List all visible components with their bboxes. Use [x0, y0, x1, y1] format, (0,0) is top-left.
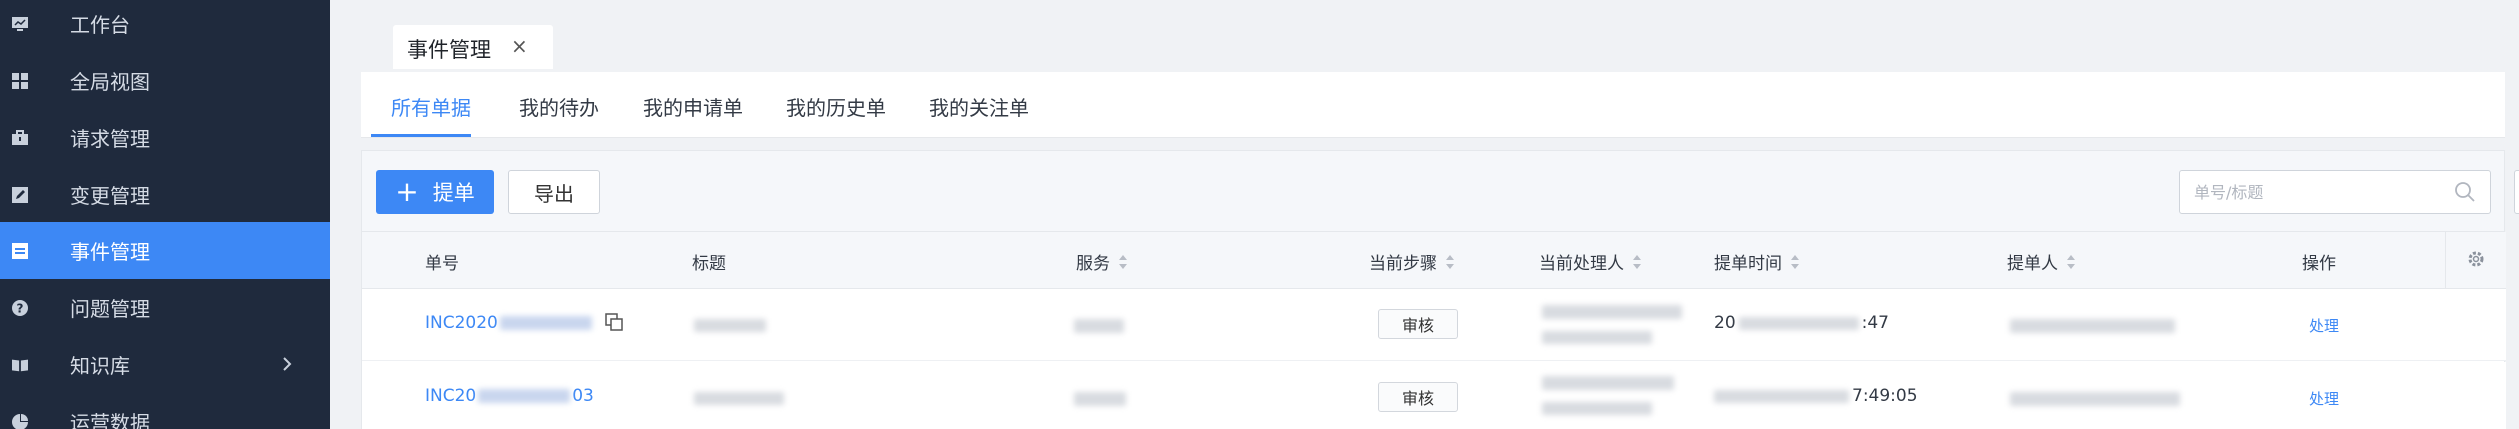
column-header-current-handler[interactable]: 当前处理人 — [1539, 249, 1642, 274]
page-tab-bar: 事件管理 × — [362, 25, 852, 69]
status-badge: 审核 — [1378, 309, 1458, 339]
edit-icon — [12, 186, 28, 203]
redacted-handler — [1542, 376, 1674, 390]
sidebar-item-label: 变更管理 — [70, 184, 150, 208]
create-ticket-button[interactable]: + 提单 — [376, 170, 494, 214]
create-ticket-label: 提单 — [432, 181, 475, 205]
column-header-submitter[interactable]: 提单人 — [2007, 249, 2076, 274]
ticket-table: 单号 标题 服务 当前步骤 当前处理人 提单时间 提单人 操作 INC2020 — [361, 232, 2506, 429]
redacted-handler — [1542, 402, 1652, 415]
export-button[interactable]: 导出 — [508, 170, 600, 214]
sidebar-item-knowledge[interactable]: 知识库 — [0, 336, 330, 393]
search-input[interactable] — [2180, 171, 2450, 213]
event-icon — [12, 242, 28, 259]
sort-icon[interactable] — [1632, 254, 1642, 270]
sidebar-item-label: 工作台 — [70, 13, 130, 37]
sidebar-item-label: 全局视图 — [70, 70, 150, 94]
redacted-title — [694, 392, 784, 405]
redacted-submitter — [2010, 392, 2180, 406]
submit-time: 7:49:05 — [1714, 386, 1918, 406]
tab-my-requests[interactable]: 我的申请单 — [643, 92, 743, 121]
pie-chart-icon — [12, 413, 28, 429]
column-header-service[interactable]: 服务 — [1076, 249, 1128, 274]
book-icon — [12, 357, 28, 373]
monitor-icon — [12, 16, 28, 32]
sort-icon[interactable] — [1118, 254, 1128, 270]
grid-icon — [12, 72, 28, 89]
tab-my-history[interactable]: 我的历史单 — [786, 92, 886, 121]
ticket-filter-tabs: 所有单据 我的待办 我的申请单 我的历史单 我的关注单 — [361, 72, 2505, 138]
process-link[interactable]: 处理 — [2309, 388, 2339, 409]
main-content: 事件管理 × 所有单据 我的待办 我的申请单 我的历史单 我的关注单 + 提单 … — [330, 0, 2519, 429]
table-row[interactable]: INC20 03 审核 7:49:05 处理 — [362, 362, 2506, 429]
page-tab-events[interactable]: 事件管理 × — [393, 25, 553, 69]
redacted-title — [694, 319, 766, 332]
tab-my-todo[interactable]: 我的待办 — [519, 92, 599, 121]
search-field[interactable] — [2179, 170, 2491, 214]
sidebar-item-events[interactable]: 事件管理 — [0, 222, 330, 279]
sidebar-item-requests[interactable]: 请求管理 — [0, 109, 330, 166]
briefcase-icon — [12, 129, 28, 146]
sidebar-item-label: 运营数据 — [70, 411, 150, 429]
search-icon[interactable] — [2454, 181, 2476, 203]
redacted-handler — [1542, 305, 1682, 319]
tab-my-followed[interactable]: 我的关注单 — [929, 92, 1029, 121]
redacted-id — [499, 316, 592, 330]
redacted-handler — [1542, 331, 1652, 344]
column-settings-button[interactable] — [2445, 232, 2505, 289]
sidebar-item-label: 问题管理 — [70, 297, 150, 321]
redacted-service — [1074, 319, 1124, 333]
table-row[interactable]: INC2020 审核 20:47 处理 — [362, 289, 2506, 361]
ticket-id-link[interactable]: INC20 03 — [425, 386, 594, 406]
redacted-time — [1738, 316, 1859, 330]
sidebar-item-operations-data[interactable]: 运营数据 — [0, 393, 330, 429]
sort-icon[interactable] — [2066, 254, 2076, 270]
column-header-submit-time[interactable]: 提单时间 — [1714, 249, 1800, 274]
svg-text:?: ? — [17, 301, 24, 315]
question-icon: ? — [12, 299, 28, 316]
column-header-title: 标题 — [692, 254, 726, 274]
column-header-current-step[interactable]: 当前步骤 — [1369, 249, 1455, 274]
submit-time: 20:47 — [1714, 313, 1889, 333]
active-tab-indicator — [371, 134, 471, 137]
redacted-time — [1714, 389, 1849, 403]
chevron-right-icon — [282, 353, 292, 377]
sidebar-item-problems[interactable]: ? 问题管理 — [0, 279, 330, 336]
plus-icon: + — [395, 175, 419, 208]
redacted-id — [478, 389, 571, 403]
copy-icon[interactable] — [605, 313, 623, 331]
ticket-id-link[interactable]: INC2020 — [425, 313, 592, 333]
sort-icon[interactable] — [1790, 254, 1800, 270]
sidebar-item-global-view[interactable]: 全局视图 — [0, 52, 330, 109]
column-header-actions: 操作 — [2302, 254, 2336, 274]
column-header-id: 单号 — [425, 254, 459, 274]
sidebar: 工作台 全局视图 请求管理 变更管理 事件管理 ? 问题管理 知识库 运营数据 — [0, 0, 330, 429]
sidebar-item-workbench[interactable]: 工作台 — [0, 0, 330, 52]
toolbar: + 提单 导出 — [361, 150, 2519, 232]
filter-button[interactable] — [2514, 170, 2519, 214]
tab-all-tickets[interactable]: 所有单据 — [391, 92, 471, 121]
sidebar-item-label: 请求管理 — [70, 127, 150, 151]
sidebar-item-label: 知识库 — [70, 354, 130, 378]
table-header: 单号 标题 服务 当前步骤 当前处理人 提单时间 提单人 操作 — [362, 232, 2506, 289]
process-link[interactable]: 处理 — [2309, 315, 2339, 336]
redacted-service — [1074, 392, 1126, 406]
sidebar-item-label: 事件管理 — [70, 240, 150, 264]
sort-icon[interactable] — [1445, 254, 1455, 270]
gear-icon — [2467, 250, 2485, 272]
status-badge: 审核 — [1378, 382, 1458, 412]
close-icon[interactable]: × — [511, 34, 528, 58]
sidebar-item-changes[interactable]: 变更管理 — [0, 166, 330, 223]
page-tab-label: 事件管理 — [407, 38, 491, 62]
redacted-submitter — [2010, 319, 2175, 333]
